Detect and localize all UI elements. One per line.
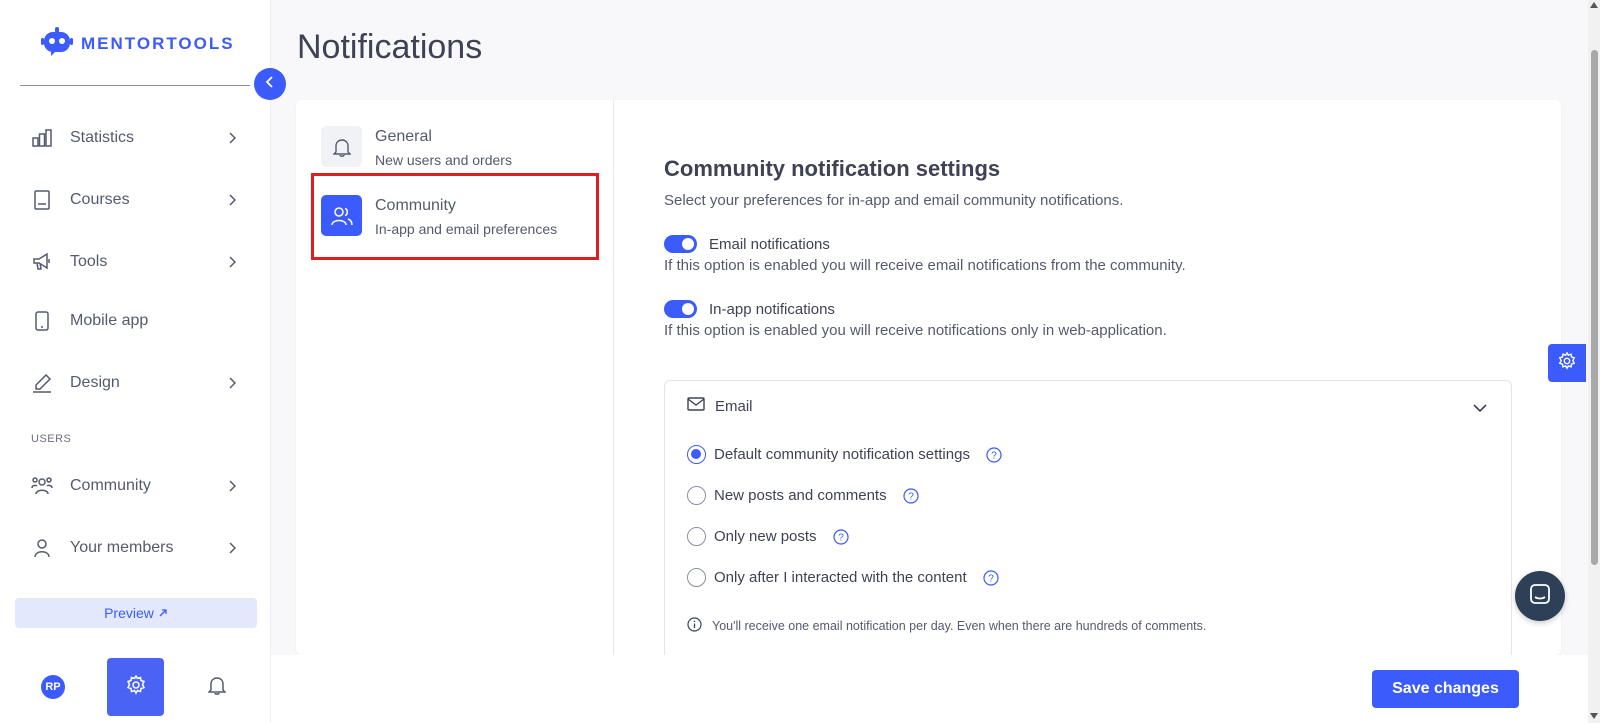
avatar[interactable]: RP bbox=[41, 675, 65, 699]
toggle-help: If this option is enabled you will recei… bbox=[664, 257, 1186, 274]
in-app-notifications-toggle[interactable] bbox=[664, 300, 697, 318]
radio-label: New posts and comments bbox=[714, 487, 887, 504]
email-notifications-toggle[interactable] bbox=[664, 235, 697, 253]
sidebar-item-design[interactable]: Design bbox=[30, 367, 240, 399]
sidebar-bottom-bar: RP bbox=[0, 655, 271, 723]
sidebar-item-label: Tools bbox=[70, 253, 108, 270]
sidebar-item-tools[interactable]: Tools bbox=[30, 246, 240, 278]
radio-option-after-interaction[interactable]: Only after I interacted with the content… bbox=[687, 568, 999, 587]
svg-text:?: ? bbox=[991, 450, 997, 461]
notifications-button[interactable] bbox=[205, 675, 229, 699]
selection-highlight bbox=[311, 173, 599, 260]
preview-label: Preview bbox=[104, 605, 154, 621]
chevron-left-icon bbox=[265, 75, 275, 94]
settings-title: Community notification settings bbox=[664, 156, 1001, 181]
radio-label: Default community notification settings bbox=[714, 446, 970, 463]
sidebar-item-your-members[interactable]: Your members bbox=[30, 532, 240, 564]
floating-settings-button[interactable] bbox=[1548, 344, 1586, 382]
page-title: Notifications bbox=[297, 28, 483, 66]
mobile-icon bbox=[30, 309, 54, 333]
robot-logo-icon bbox=[41, 26, 73, 61]
svg-text:?: ? bbox=[908, 491, 914, 502]
menu-item-title: General bbox=[375, 128, 432, 145]
help-circle-icon[interactable]: ? bbox=[983, 569, 999, 586]
book-icon bbox=[30, 188, 54, 212]
user-icon bbox=[30, 536, 54, 560]
radio-label: Only new posts bbox=[714, 528, 817, 545]
sidebar-item-label: Courses bbox=[70, 191, 130, 208]
settings-description: Select your preferences for in-app and e… bbox=[664, 192, 1124, 209]
sidebar-item-community[interactable]: Community bbox=[30, 470, 240, 502]
help-circle-icon[interactable]: ? bbox=[832, 528, 849, 545]
sidebar-item-courses[interactable]: Courses bbox=[30, 184, 240, 216]
radio-option-default[interactable]: Default community notification settings … bbox=[687, 445, 1002, 464]
radio-button[interactable] bbox=[687, 486, 706, 505]
page-scrollbar[interactable] bbox=[1588, 0, 1600, 723]
svg-text:?: ? bbox=[838, 532, 844, 543]
save-button[interactable]: Save changes bbox=[1372, 670, 1519, 708]
email-notifications-row: Email notifications bbox=[664, 235, 1524, 253]
email-info-note: You'll receive one email notification pe… bbox=[687, 617, 1206, 635]
scroll-thumb[interactable] bbox=[1591, 50, 1598, 565]
sidebar: MENTORTOOLS Statistics Courses Tools Mob… bbox=[0, 0, 271, 723]
email-panel-header[interactable]: Email bbox=[687, 397, 753, 415]
sidebar-item-statistics[interactable]: Statistics bbox=[30, 122, 240, 154]
radio-label: Only after I interacted with the content bbox=[714, 569, 967, 586]
mail-icon bbox=[687, 397, 705, 415]
gear-icon bbox=[1558, 351, 1576, 375]
chevron-right-icon bbox=[224, 377, 240, 389]
radio-button[interactable] bbox=[687, 568, 706, 587]
help-circle-icon[interactable]: ? bbox=[986, 446, 1002, 463]
chevron-right-icon bbox=[224, 256, 240, 268]
toggle-help: If this option is enabled you will recei… bbox=[664, 322, 1167, 339]
toggle-label: Email notifications bbox=[709, 235, 830, 253]
sidebar-item-mobile-app[interactable]: Mobile app bbox=[30, 305, 240, 337]
pencil-icon bbox=[30, 371, 54, 395]
svg-text:?: ? bbox=[988, 573, 994, 584]
radio-button[interactable] bbox=[687, 445, 706, 464]
column-divider bbox=[613, 100, 614, 655]
radio-option-only-new-posts[interactable]: Only new posts ? bbox=[687, 527, 849, 546]
info-icon bbox=[687, 617, 702, 635]
menu-item-subtitle: New users and orders bbox=[375, 152, 512, 168]
logo[interactable]: MENTORTOOLS bbox=[41, 26, 235, 61]
email-settings-panel: Email Default community notification set… bbox=[664, 380, 1512, 655]
chevron-down-icon[interactable] bbox=[1473, 399, 1487, 417]
logo-text: MENTORTOOLS bbox=[81, 33, 235, 53]
chevron-right-icon bbox=[224, 132, 240, 144]
scroll-down-arrow[interactable] bbox=[1590, 713, 1598, 719]
divider bbox=[20, 85, 250, 86]
bell-icon bbox=[321, 126, 362, 167]
sidebar-item-label: Community bbox=[70, 477, 151, 494]
chat-icon bbox=[1529, 583, 1551, 610]
sidebar-item-label: Design bbox=[70, 374, 120, 391]
bell-icon bbox=[207, 675, 227, 700]
external-link-icon bbox=[158, 605, 168, 621]
sidebar-item-label: Your members bbox=[70, 539, 174, 556]
preview-button[interactable]: Preview bbox=[15, 598, 257, 628]
radio-button[interactable] bbox=[687, 527, 706, 546]
collapse-sidebar-button[interactable] bbox=[254, 68, 286, 100]
section-label-users: USERS bbox=[31, 433, 72, 445]
bar-chart-icon bbox=[30, 126, 54, 150]
in-app-notifications-row: In-app notifications bbox=[664, 300, 1524, 318]
community-settings: Community notification settings Select y… bbox=[664, 156, 1524, 339]
chevron-right-icon bbox=[224, 480, 240, 492]
chat-launcher-button[interactable] bbox=[1515, 571, 1565, 621]
chevron-right-icon bbox=[224, 542, 240, 554]
sidebar-item-label: Mobile app bbox=[70, 312, 149, 329]
email-panel-title: Email bbox=[715, 397, 753, 415]
radio-option-new-posts-comments[interactable]: New posts and comments ? bbox=[687, 486, 919, 505]
gear-icon bbox=[126, 674, 146, 700]
settings-button[interactable] bbox=[107, 658, 164, 716]
notifications-card: General New users and orders Community I… bbox=[296, 100, 1561, 655]
scroll-up-arrow[interactable] bbox=[1590, 2, 1598, 8]
help-circle-icon[interactable]: ? bbox=[902, 487, 919, 504]
sidebar-item-label: Statistics bbox=[70, 129, 135, 146]
toggle-label: In-app notifications bbox=[709, 300, 835, 318]
users-icon bbox=[30, 474, 54, 498]
info-text: You'll receive one email notification pe… bbox=[712, 619, 1207, 633]
chevron-right-icon bbox=[224, 194, 240, 206]
megaphone-icon bbox=[30, 250, 54, 274]
